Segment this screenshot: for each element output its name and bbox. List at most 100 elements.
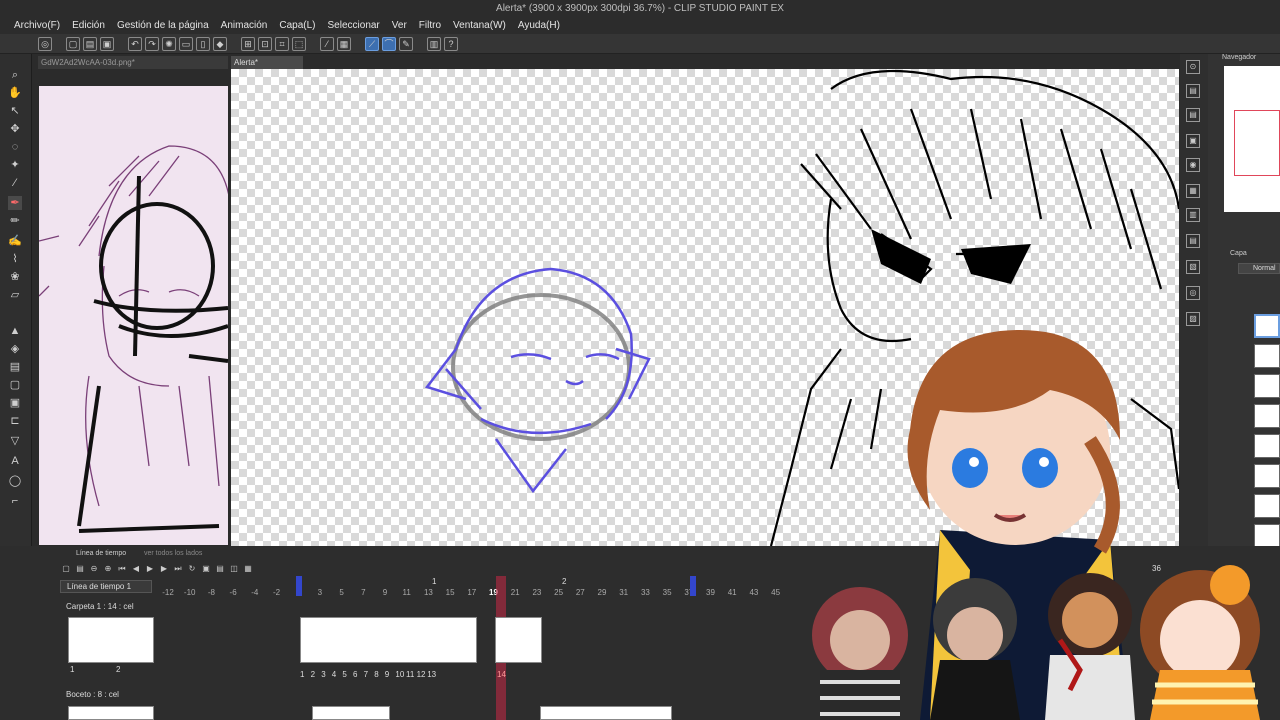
boceto-cel[interactable]	[312, 706, 390, 720]
reference-tab[interactable]: GdW2Ad2WcAA-03d.png*	[38, 56, 228, 69]
sub-tool-icon[interactable]: ▤	[1186, 84, 1200, 98]
menu-ventana[interactable]: Ventana(W)	[447, 18, 512, 34]
menu-ayuda[interactable]: Ayuda(H)	[512, 18, 566, 34]
cel-current[interactable]	[495, 617, 542, 663]
light-table-icon[interactable]: ▦	[242, 563, 254, 575]
range-start-marker[interactable]	[296, 576, 302, 596]
menu-gestion-pagina[interactable]: Gestión de la página	[111, 18, 215, 34]
left-cel-thumbnail[interactable]	[68, 617, 154, 663]
stroke-curve-icon[interactable]: ⌒	[382, 36, 396, 51]
transform-icon[interactable]: ⊞	[241, 36, 255, 51]
lasso-icon[interactable]: ◌	[8, 140, 22, 154]
specify-cel-icon[interactable]: ▤	[214, 563, 226, 575]
fill-tool-icon[interactable]: ◈	[8, 342, 22, 356]
play-icon[interactable]: ▶	[144, 563, 156, 575]
timeline-tab-2[interactable]: ver todos los lados	[144, 550, 202, 557]
navigator-preview[interactable]	[1224, 66, 1280, 212]
gradient-icon[interactable]: ▤	[8, 360, 22, 374]
frame-icon[interactable]: ▣	[8, 396, 22, 410]
clip-studio-icon[interactable]: ◎	[38, 36, 52, 51]
help-icon[interactable]: ?	[444, 36, 458, 51]
edit-timeline-icon[interactable]: ▤	[74, 563, 86, 575]
undo-icon[interactable]: ↶	[128, 36, 142, 51]
select-all-icon[interactable]: ⬚	[292, 36, 306, 51]
ruler-icon[interactable]: ⊏	[8, 414, 22, 428]
first-frame-icon[interactable]: ⏮	[116, 563, 128, 575]
brush-icon[interactable]: ✍	[8, 234, 22, 248]
menu-capa[interactable]: Capa(L)	[273, 18, 321, 34]
loading-icon[interactable]: ✺	[162, 36, 176, 51]
text-icon[interactable]: A	[8, 454, 22, 468]
scale-icon[interactable]: ⊡	[258, 36, 272, 51]
open-file-icon[interactable]: ▤	[83, 36, 97, 51]
clear-outside-icon[interactable]: ▯	[196, 36, 210, 51]
frame-ruler[interactable]: -12-10-8-6-4-203579111315171921232527293…	[160, 576, 860, 597]
track-carpeta[interactable]: Carpeta 1 : 14 : cel	[66, 602, 134, 611]
canvas-tab[interactable]: Alerta*	[231, 56, 303, 69]
eraser-icon[interactable]: ▱	[8, 288, 22, 302]
snap-ruler-icon[interactable]: ⁄	[320, 36, 334, 51]
cel-number: 11	[406, 670, 415, 679]
navigator-icon[interactable]: ⊙	[1186, 60, 1200, 74]
magic-wand-icon[interactable]: ✦	[8, 158, 22, 172]
zoom-in-timeline-icon[interactable]: ⊕	[102, 563, 114, 575]
material-icon[interactable]: ▥	[1186, 208, 1200, 222]
redo-icon[interactable]: ↷	[145, 36, 159, 51]
blend-icon[interactable]: ▲	[8, 324, 22, 338]
color-wheel-icon[interactable]: ◉	[1186, 158, 1200, 172]
blend-mode-select[interactable]: Normal	[1238, 263, 1280, 274]
new-timeline-icon[interactable]: ▢	[60, 563, 72, 575]
timeline-select[interactable]: Línea de tiempo 1	[60, 580, 152, 593]
eyedropper-icon[interactable]: ⁄	[8, 176, 22, 190]
pen-icon[interactable]: ✒	[8, 196, 22, 210]
operation-icon[interactable]: ↖	[8, 104, 22, 118]
clear-icon[interactable]: ▭	[179, 36, 193, 51]
airbrush-icon[interactable]: ⌇	[8, 252, 22, 266]
boceto-cel[interactable]	[540, 706, 672, 720]
balloon-icon[interactable]: ◯	[8, 474, 22, 488]
next-frame-icon[interactable]: ▶	[158, 563, 170, 575]
stroke-pen-icon[interactable]: ⟋	[365, 36, 379, 51]
menu-animacion[interactable]: Animación	[215, 18, 274, 34]
color-set-icon[interactable]: ▦	[1186, 184, 1200, 198]
zoom-icon[interactable]: ⌕	[8, 68, 22, 82]
zoom-out-timeline-icon[interactable]: ⊖	[88, 563, 100, 575]
last-frame-icon[interactable]: ⏭	[172, 563, 184, 575]
pencil-icon[interactable]: ✏	[8, 214, 22, 228]
figure-icon[interactable]: ▢	[8, 378, 22, 392]
onion-skin-icon[interactable]: ◫	[228, 563, 240, 575]
pen-pressure-icon[interactable]: ✎	[399, 36, 413, 51]
fill-icon[interactable]: ◆	[213, 36, 227, 51]
menu-seleccionar[interactable]: Seleccionar	[322, 18, 386, 34]
navigator-view-frame[interactable]	[1234, 110, 1280, 176]
track-boceto[interactable]: Boceto : 8 : cel	[66, 690, 119, 699]
layer-search-icon[interactable]: ▧	[1186, 260, 1200, 274]
animation-cels-icon[interactable]: ◎	[1186, 286, 1200, 300]
menu-edicion[interactable]: Edición	[66, 18, 111, 34]
layer-property-panel-icon[interactable]: ▤	[1186, 234, 1200, 248]
new-file-icon[interactable]: ▢	[66, 36, 80, 51]
boceto-cel-thumbnail[interactable]	[68, 706, 154, 720]
prev-frame-icon[interactable]: ◀	[130, 563, 142, 575]
decoration-icon[interactable]: ❀	[8, 270, 22, 284]
cel-strip[interactable]	[300, 617, 477, 663]
move-layer-icon[interactable]: ✥	[8, 122, 22, 136]
timeline-tab[interactable]: Línea de tiempo	[76, 550, 126, 557]
loop-icon[interactable]: ↻	[186, 563, 198, 575]
snap-special-icon[interactable]: ▦	[337, 36, 351, 51]
vector-select-icon[interactable]: ▽	[8, 434, 22, 448]
crop-icon[interactable]: ⌗	[275, 36, 289, 51]
save-icon[interactable]: ▣	[100, 36, 114, 51]
ruler-frame-number: 33	[640, 588, 650, 597]
hand-icon[interactable]: ✋	[8, 86, 22, 100]
new-cel-icon[interactable]: ▣	[200, 563, 212, 575]
menu-archivo[interactable]: Archivo(F)	[8, 18, 66, 34]
menu-filtro[interactable]: Filtro	[413, 18, 447, 34]
range-end-marker[interactable]	[690, 576, 696, 596]
layer-property-icon[interactable]: ▥	[427, 36, 441, 51]
brush-size-icon[interactable]: ▣	[1186, 134, 1200, 148]
menu-ver[interactable]: Ver	[386, 18, 413, 34]
cel-number: 2	[310, 670, 316, 679]
correct-line-icon[interactable]: ⌐	[8, 494, 22, 508]
tool-property-icon[interactable]: ▤	[1186, 108, 1200, 122]
